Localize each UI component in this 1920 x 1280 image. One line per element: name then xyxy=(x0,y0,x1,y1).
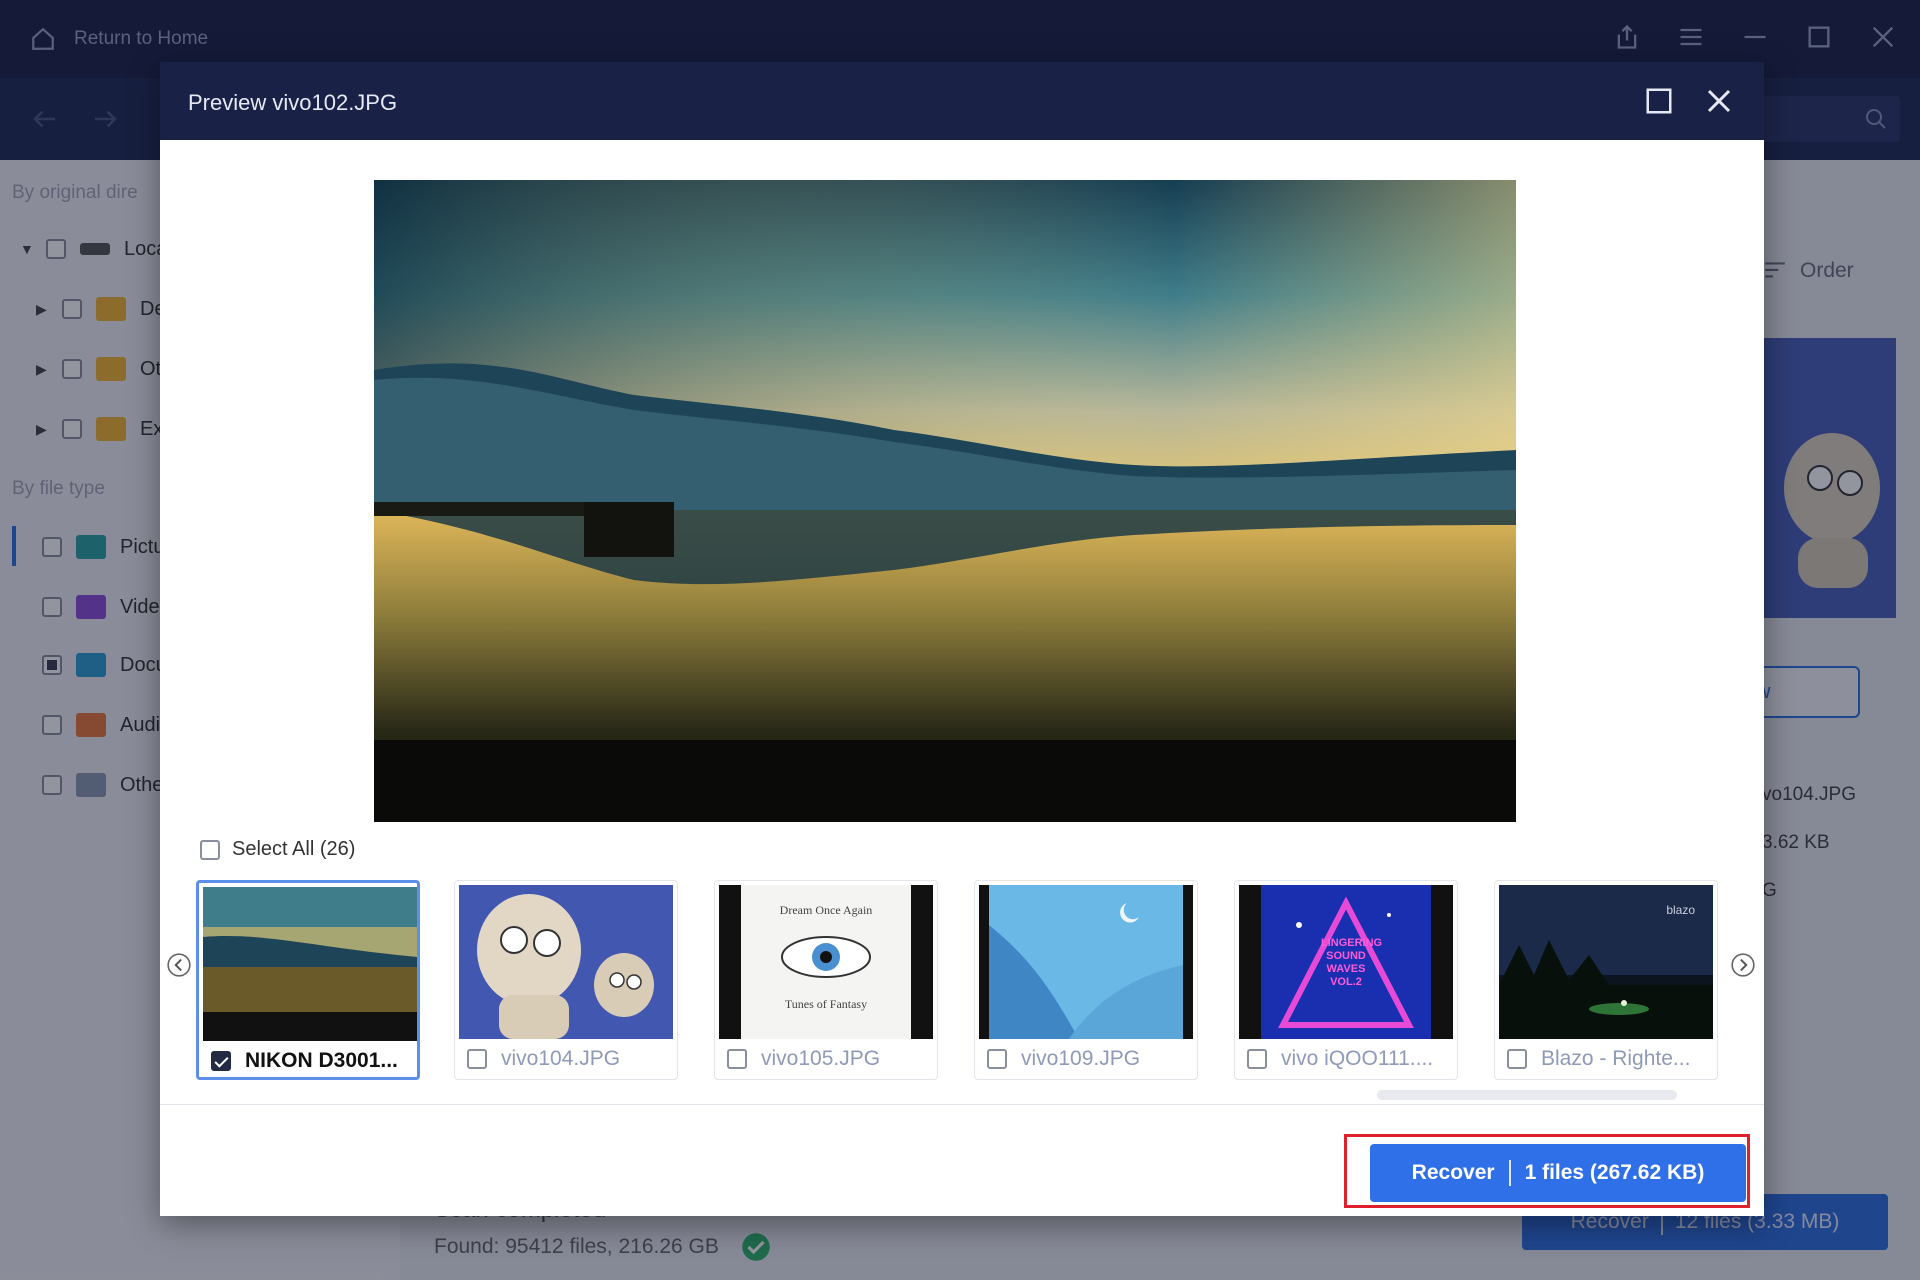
thumbnail-checkbox[interactable] xyxy=(1247,1049,1267,1069)
close-icon xyxy=(1707,89,1731,113)
blue-landscape-thumbnail xyxy=(979,885,1193,1039)
select-all[interactable]: Select All (26) xyxy=(200,838,355,861)
thumbnail-item[interactable]: LINGERING SOUND WAVES VOL.2 vivo iQOO111… xyxy=(1234,880,1458,1080)
divider xyxy=(160,1104,1764,1105)
thumbnail-image xyxy=(979,885,1193,1039)
thumbnail-item[interactable]: Dream Once Again Tunes of Fantasy vivo10… xyxy=(714,880,938,1080)
thumbnail-name: vivo104.JPG xyxy=(501,1047,621,1070)
thumbnail-checkbox[interactable] xyxy=(1507,1049,1527,1069)
thumbnail-label: NIKON D3001... xyxy=(211,1049,398,1073)
thumbnail-image xyxy=(203,887,417,1041)
album-subtitle-text: Tunes of Fantasy xyxy=(784,997,868,1011)
lake-landscape-photo xyxy=(374,180,1516,822)
dialog-close-button[interactable] xyxy=(1704,86,1734,116)
thumbnail-checkbox[interactable] xyxy=(727,1049,747,1069)
select-all-label: Select All (26) xyxy=(232,838,356,860)
thumbnail-item[interactable]: vivo104.JPG xyxy=(454,880,678,1080)
album-title-text: LINGERING SOUND WAVES VOL.2 xyxy=(1321,937,1383,988)
dialog-maximize-button[interactable] xyxy=(1644,86,1674,116)
thumbnail-checkbox[interactable] xyxy=(467,1049,487,1069)
dialog-header: Preview vivo102.JPG xyxy=(160,62,1764,140)
recover-count: 1 files (267.62 KB) xyxy=(1524,1161,1705,1184)
thumbnail-name: vivo105.JPG xyxy=(761,1047,881,1070)
separator xyxy=(1508,1160,1511,1186)
thumbnail-item[interactable]: blazo Blazo - Righte... xyxy=(1494,880,1718,1080)
select-all-checkbox[interactable] xyxy=(200,839,220,860)
thumbnail-name: Blazo - Righte... xyxy=(1541,1047,1691,1070)
chevron-left-icon xyxy=(167,953,191,977)
maximize-icon xyxy=(1646,88,1672,114)
album-logo-text: blazo xyxy=(1666,903,1695,917)
thumbnail-item[interactable]: NIKON D3001... xyxy=(196,880,420,1080)
preview-image xyxy=(374,180,1516,822)
thumbnail-label: vivo105.JPG xyxy=(727,1047,880,1071)
thumbnail-label: vivo iQOO111.... xyxy=(1247,1047,1433,1071)
thumbnail-name: NIKON D3001... xyxy=(245,1049,398,1072)
thumbnail-image xyxy=(459,885,673,1039)
preview-dialog: Preview vivo102.JPG Select All (26) NIKO… xyxy=(160,62,1764,1216)
thumbnail-label: vivo109.JPG xyxy=(987,1047,1140,1071)
album-title-text: Dream Once Again xyxy=(779,903,873,917)
thumbnail-prev-button[interactable] xyxy=(166,952,192,978)
lake-landscape-thumbnail xyxy=(203,887,417,1041)
thumbnail-name: vivo109.JPG xyxy=(1021,1047,1141,1070)
chevron-right-icon xyxy=(1731,953,1755,977)
thumbnail-scrollbar[interactable] xyxy=(1377,1090,1677,1100)
doll-figures-thumbnail xyxy=(459,885,673,1039)
thumbnail-name: vivo iQOO111.... xyxy=(1281,1047,1434,1070)
thumbnail-image: Dream Once Again Tunes of Fantasy xyxy=(719,885,933,1039)
thumbnail-label: Blazo - Righte... xyxy=(1507,1047,1690,1071)
thumbnail-image: blazo xyxy=(1499,885,1713,1039)
thumbnail-next-button[interactable] xyxy=(1730,952,1756,978)
thumbnail-checkbox[interactable] xyxy=(211,1051,231,1071)
recover-button[interactable]: Recover 1 files (267.62 KB) xyxy=(1370,1144,1746,1202)
thumbnail-item[interactable]: vivo109.JPG xyxy=(974,880,1198,1080)
recover-label: Recover xyxy=(1411,1161,1495,1184)
thumbnail-image: LINGERING SOUND WAVES VOL.2 xyxy=(1239,885,1453,1039)
thumbnail-checkbox[interactable] xyxy=(987,1049,1007,1069)
dialog-title: Preview vivo102.JPG xyxy=(188,90,398,115)
thumbnail-label: vivo104.JPG xyxy=(467,1047,620,1071)
